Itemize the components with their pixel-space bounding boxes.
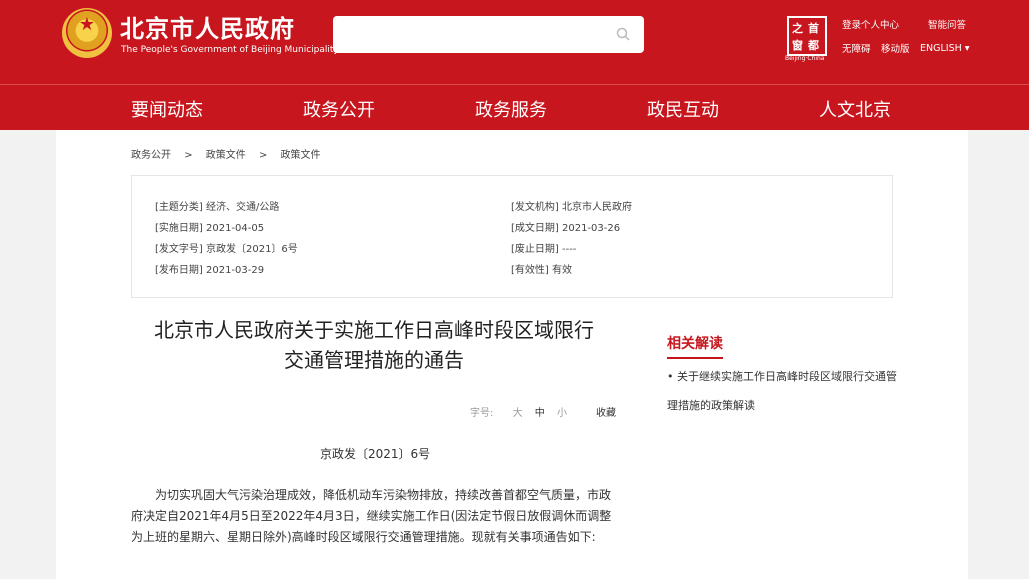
- meta-abolish-date: [废止日期] ----: [511, 244, 577, 255]
- nav-item-news[interactable]: 要闻动态: [131, 96, 203, 122]
- font-size-small-button[interactable]: 小: [557, 408, 567, 419]
- font-size-large-button[interactable]: 大: [513, 408, 523, 419]
- breadcrumb-item[interactable]: 政策文件: [206, 150, 246, 161]
- site-header: ★ 北京市人民政府 The People's Government of Bei…: [0, 0, 1029, 84]
- related-reading-link[interactable]: • 关于继续实施工作日高峰时段区域限行交通管理措施的政策解读: [667, 362, 897, 420]
- meta-validity: [有效性] 有效: [511, 265, 572, 276]
- breadcrumb-item[interactable]: 政策文件: [281, 150, 321, 161]
- breadcrumb-separator: >: [258, 150, 268, 161]
- meta-written-date: [成文日期] 2021-03-26: [511, 223, 621, 234]
- font-size-medium-button[interactable]: 中: [535, 408, 545, 419]
- logo-char: 之: [792, 22, 803, 35]
- page-title-line: 交通管理措施的通告: [284, 348, 464, 372]
- breadcrumb-item[interactable]: 政务公开: [131, 150, 171, 161]
- smart-qa-link[interactable]: 智能问答: [928, 17, 966, 31]
- related-reading-title: 相关解读: [667, 333, 723, 359]
- breadcrumb-separator: >: [184, 150, 193, 161]
- meta-issuer: [发文机构] 北京市人民政府: [511, 202, 632, 213]
- nav-item-gov-affairs[interactable]: 政务公开: [303, 96, 375, 122]
- page-title: 北京市人民政府关于实施工作日高峰时段区域限行 交通管理措施的通告: [131, 315, 617, 375]
- logo-caption: Beijing·China: [785, 55, 825, 62]
- site-subtitle: The People's Government of Beijing Munic…: [121, 45, 339, 55]
- meta-effective-date: [实施日期] 2021-04-05: [155, 223, 265, 234]
- document-number: 京政发〔2021〕6号: [320, 447, 431, 461]
- accessibility-link[interactable]: 无障碍: [842, 41, 871, 55]
- logo-char: 都: [808, 39, 819, 52]
- capital-window-logo[interactable]: 首 都 之 窗: [787, 16, 827, 56]
- document-meta-box: [主题分类] 经济、交通/公路 [发文机构] 北京市人民政府 [实施日期] 20…: [131, 175, 893, 298]
- nav-item-interaction[interactable]: 政民互动: [647, 96, 719, 122]
- national-emblem-icon: ★: [62, 8, 112, 58]
- meta-doc-number: [发文字号] 京政发〔2021〕6号: [155, 244, 298, 255]
- nav-item-culture[interactable]: 人文北京: [819, 96, 891, 122]
- breadcrumb: 政务公开 > 政策文件 > 政策文件: [131, 146, 331, 161]
- page-title-line: 北京市人民政府关于实施工作日高峰时段区域限行: [154, 318, 594, 342]
- article-body: 为切实巩固大气污染治理成效，降低机动车污染物排放，持续改善首都空气质量，市政府决…: [131, 488, 612, 544]
- font-size-label: 字号:: [470, 408, 494, 419]
- logo-char: 窗: [792, 39, 803, 52]
- mobile-link[interactable]: 移动版: [881, 41, 910, 55]
- search-input[interactable]: [333, 16, 644, 53]
- collect-button[interactable]: 收藏: [596, 404, 616, 419]
- nav-item-gov-services[interactable]: 政务服务: [475, 96, 547, 122]
- english-link[interactable]: ENGLISH ▾: [920, 43, 970, 54]
- main-nav: 要闻动态 政务公开 政务服务 政民互动 人文北京: [0, 84, 1029, 130]
- search-icon[interactable]: [616, 27, 630, 41]
- logo-char: 首: [808, 22, 819, 35]
- font-size-control: 字号: 大 中 小: [470, 404, 576, 419]
- meta-publish-date: [发布日期] 2021-03-29: [155, 265, 265, 276]
- site-title[interactable]: 北京市人民政府: [120, 9, 295, 44]
- login-link[interactable]: 登录个人中心: [842, 17, 899, 31]
- meta-topic: [主题分类] 经济、交通/公路: [155, 202, 280, 213]
